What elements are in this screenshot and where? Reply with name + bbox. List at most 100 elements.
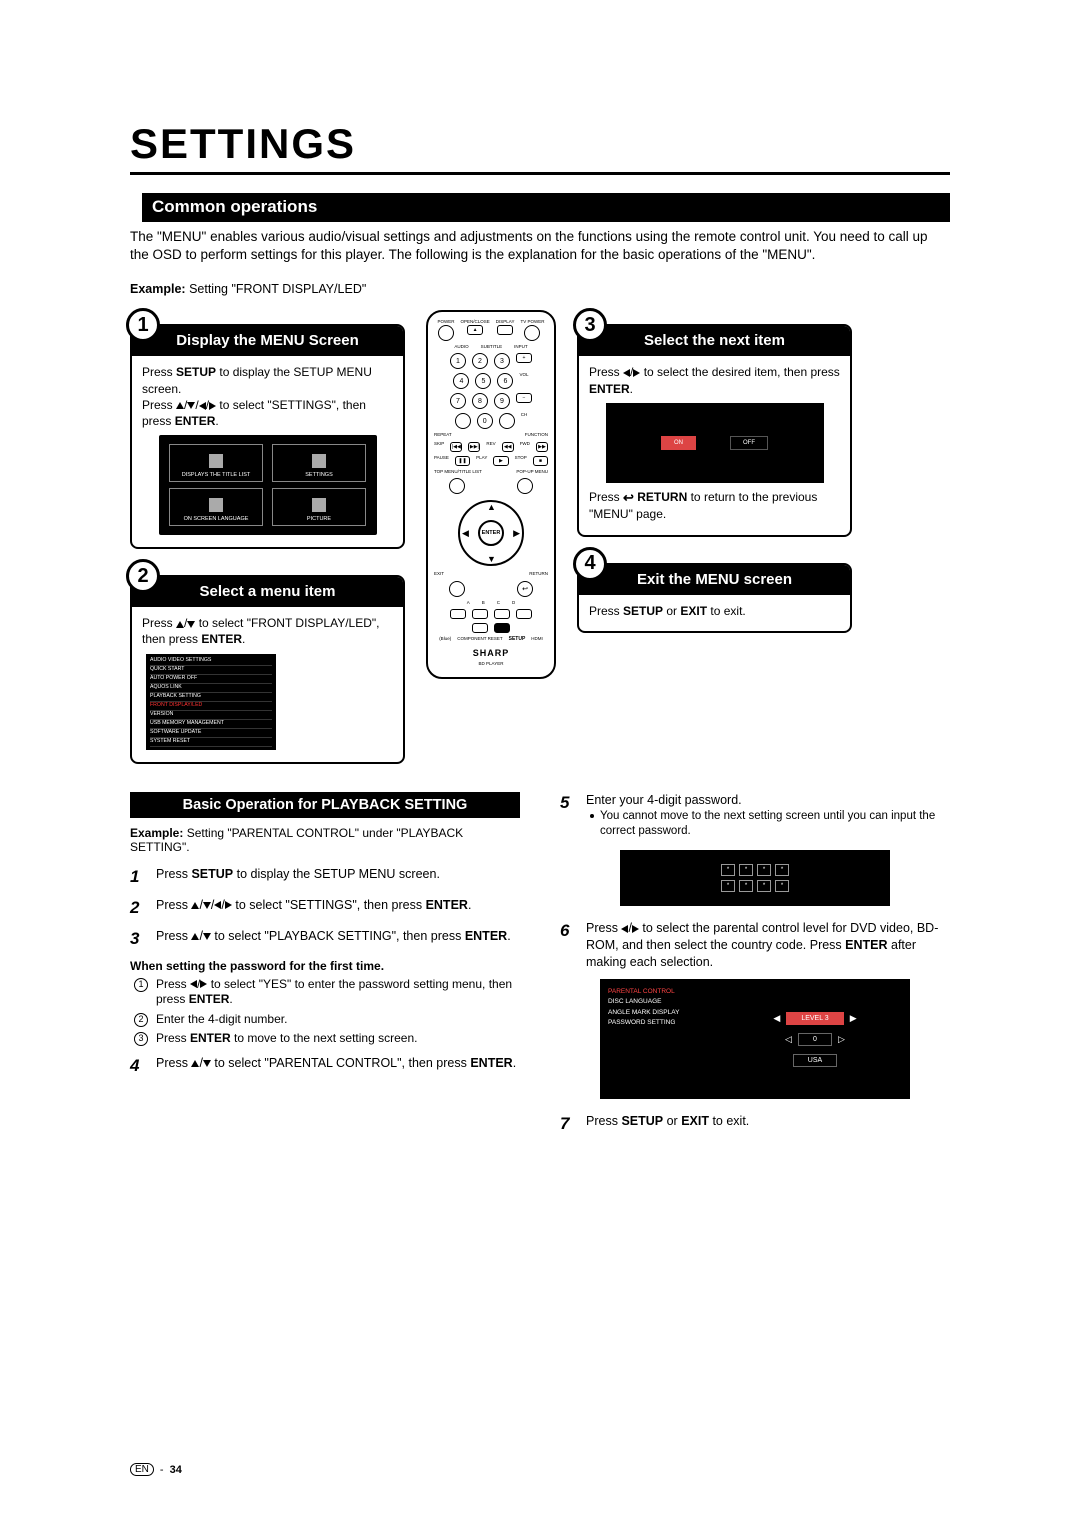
step-number: 1 — [130, 866, 146, 889]
tile-label: PICTURE — [307, 516, 331, 523]
step-1: 1 Display the MENU Screen Press SETUP to… — [130, 324, 405, 549]
label: AUDIO — [454, 345, 468, 350]
example-line: Example: Setting "FRONT DISPLAY/LED" — [130, 282, 950, 296]
page-footer: EN - 34 — [130, 1463, 182, 1476]
list-item: SOFTWARE UPDATE — [150, 729, 272, 738]
step-2-badge: 2 — [126, 559, 160, 593]
example-label: Example: — [130, 282, 186, 296]
label: EXIT — [434, 572, 444, 577]
step-1-title: Display the MENU Screen — [132, 326, 403, 356]
step-number: 4 — [130, 1055, 146, 1078]
setup-kw: SETUP — [176, 365, 216, 379]
basic-operation-section: Basic Operation for PLAYBACK SETTING Exa… — [130, 792, 950, 1144]
list-item: AQUOS LINK — [150, 684, 272, 693]
list-item: SYSTEM RESET — [150, 738, 272, 747]
enter-kw: ENTER — [175, 414, 216, 428]
list-item: QUICK START — [150, 666, 272, 675]
step-4: 4 Exit the MENU screen Press SETUP or EX… — [577, 563, 852, 633]
list-item: USB MEMORY MANAGEMENT — [150, 720, 272, 729]
off-pill: OFF — [730, 436, 768, 450]
step-number: 7 — [560, 1113, 576, 1136]
t: Press — [589, 490, 623, 504]
tile-label: DISPLAYS THE TITLE LIST — [182, 472, 250, 479]
down-icon — [187, 402, 195, 409]
t: to select the desired item, then press — [640, 365, 839, 379]
label: STOP — [515, 456, 527, 466]
on-pill: ON — [661, 436, 696, 450]
password-note: When setting the password for the first … — [130, 959, 520, 973]
list-item: AUDIO VIDEO SETTINGS — [150, 657, 272, 666]
label: RETURN — [529, 572, 548, 577]
label: SUBTITLE — [481, 345, 503, 350]
step-number: 3 — [130, 928, 146, 951]
t: . — [215, 414, 218, 428]
label: PAUSE — [434, 456, 449, 466]
enter-kw: ENTER — [589, 382, 630, 396]
label: CH — [521, 413, 528, 429]
list-item: AUTO POWER OFF — [150, 675, 272, 684]
example-label: Example: — [130, 826, 183, 840]
parental-control-illustration: PARENTAL CONTROL DISC LANGUAGE ANGLE MAR… — [600, 979, 910, 1099]
label: FUNCTION — [525, 433, 548, 438]
page-number: 34 — [170, 1464, 182, 1476]
list-item-selected: FRONT DISPLAY/LED — [150, 702, 272, 711]
label: SKIP — [434, 442, 444, 452]
tile-label: SETTINGS — [305, 472, 333, 479]
list-item: PLAYBACK SETTING — [150, 693, 272, 702]
left-icon — [199, 402, 206, 410]
t: Press — [142, 365, 176, 379]
step-number: 6 — [560, 920, 576, 971]
setup-kw: SETUP — [623, 604, 663, 618]
t: Press — [589, 604, 623, 618]
step-2-title: Select a menu item — [132, 577, 403, 607]
remote-control-illustration: POWER OPEN/CLOSE▲ DISPLAY TV POWER AUDIO… — [426, 310, 556, 679]
label: REV — [486, 442, 495, 452]
menu-screen-illustration: DISPLAYS THE TITLE LIST SETTINGS ON SCRE… — [159, 435, 377, 535]
step-2: 2 Select a menu item Press / to select "… — [130, 575, 405, 764]
sub-step-number: 1 — [134, 978, 148, 992]
t: Press — [142, 398, 176, 412]
return-icon: ↩ — [623, 489, 634, 507]
label: INPUT — [514, 345, 528, 350]
list-item: VERSION — [150, 711, 272, 720]
sub-step-number: 2 — [134, 1013, 148, 1027]
step-number: 2 — [130, 897, 146, 920]
step-3-title: Select the next item — [579, 326, 850, 356]
tile-label: ON SCREEN LANGUAGE — [184, 516, 249, 523]
right-icon — [209, 402, 216, 410]
step-number: 5 — [560, 792, 576, 843]
onoff-illustration: ON OFF — [606, 403, 824, 483]
up-icon — [176, 402, 184, 409]
label: TOP MENU/TITLE LIST — [434, 470, 482, 475]
page-title: SETTINGS — [130, 120, 950, 175]
step-3: 3 Select the next item Press / to select… — [577, 324, 852, 536]
sub-step-number: 3 — [134, 1032, 148, 1046]
lang-badge: EN — [130, 1463, 154, 1476]
t: . — [630, 382, 633, 396]
t: or — [663, 604, 680, 618]
label: VOL — [519, 373, 528, 389]
up-icon — [176, 621, 184, 628]
label: FWD — [520, 442, 530, 452]
brand-label: SHARP — [473, 648, 510, 658]
t: Press — [142, 616, 176, 630]
t: . — [242, 632, 245, 646]
basic-op-header: Basic Operation for PLAYBACK SETTING — [130, 792, 520, 818]
exit-kw: EXIT — [680, 604, 707, 618]
intro-text: The "MENU" enables various audio/visual … — [130, 228, 950, 264]
steps-row: 1 Display the MENU Screen Press SETUP to… — [130, 310, 950, 763]
label: REPEAT — [434, 433, 452, 438]
model-label: BD PLAYER — [479, 662, 504, 667]
left-icon — [623, 369, 630, 377]
password-entry-illustration: **** **** — [620, 850, 890, 906]
t: to exit. — [707, 604, 746, 618]
return-kw: RETURN — [637, 490, 687, 504]
label: POP-UP MENU — [516, 470, 548, 475]
remote-dpad: ENTER ▲ ▼ ◀ ▶ — [458, 500, 524, 566]
step-4-badge: 4 — [573, 547, 607, 581]
label: PLAY — [476, 456, 487, 466]
enter-kw: ENTER — [201, 632, 242, 646]
example-text: Setting "FRONT DISPLAY/LED" — [186, 282, 367, 296]
section-common-operations: Common operations — [142, 193, 950, 222]
settings-list-illustration: AUDIO VIDEO SETTINGS QUICK START AUTO PO… — [146, 654, 276, 750]
